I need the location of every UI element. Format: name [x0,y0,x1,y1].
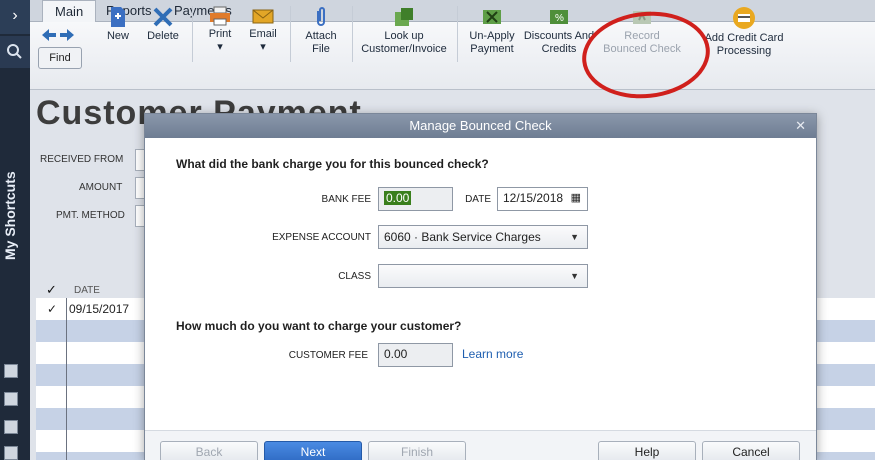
amount-label: AMOUNT [79,182,123,193]
date-input[interactable]: 12/15/2018 ▦ [497,187,588,211]
expense-account-dropdown[interactable]: 6060 · Bank Service Charges ▼ [378,225,588,249]
find-button[interactable]: Find [38,47,82,69]
customer-charge-question: How much do you want to charge your cust… [176,319,462,333]
arrow-left-icon[interactable] [42,29,56,41]
add-credit-card-processing-button[interactable]: Add Credit Card Processing [696,6,792,58]
shortcut-icon[interactable] [4,420,18,434]
close-icon[interactable]: ✕ [795,114,806,138]
class-dropdown[interactable]: ▼ [378,264,588,288]
dialog-title: Manage Bounced Check [409,118,552,133]
toolbar-separator [192,6,193,62]
chevron-down-icon: ▼ [570,232,579,242]
date-label: DATE [465,194,491,205]
expense-account-label: EXPENSE ACCOUNT [272,232,371,243]
checkmark-icon[interactable]: ✓ [46,282,57,298]
printer-icon [210,6,230,26]
class-label: CLASS [338,271,371,282]
bank-fee-label: BANK FEE [321,194,371,205]
search-button[interactable] [0,36,30,68]
toolbar-separator [457,6,458,62]
cancel-button[interactable]: Cancel [702,441,800,460]
prev-next-arrows[interactable] [42,28,74,44]
svg-text:%: % [555,13,564,24]
arrow-right-icon[interactable] [59,29,74,41]
shortcut-icon[interactable] [4,446,18,460]
unapply-payment-button[interactable]: Un-Apply Payment [462,6,522,56]
learn-more-link[interactable]: Learn more [462,347,523,361]
pmt-method-label: PMT. METHOD [56,210,125,221]
dialog-footer: Back Next Finish Help Cancel [145,430,816,460]
back-button[interactable]: Back [160,441,258,460]
discount-icon: % [550,10,568,24]
toolbar-separator [290,6,291,62]
tab-main[interactable]: Main [42,0,97,23]
email-button[interactable]: Email ▾ [246,6,280,54]
credit-card-icon [733,7,755,29]
email-dropdown-caret[interactable]: ▾ [260,41,266,53]
attach-file-button[interactable]: Attach File [298,6,344,56]
print-button[interactable]: Print ▾ [203,6,237,54]
shortcuts-rail: › My Shortcuts [0,0,30,460]
toolbar-separator [352,6,353,62]
manage-bounced-check-dialog: Manage Bounced Check ✕ What did the bank… [144,113,817,460]
bank-charge-question: What did the bank charge you for this bo… [176,157,489,171]
print-dropdown-caret[interactable]: ▾ [217,41,223,53]
delete-x-icon [153,7,173,27]
grid-header: ✓ DATE [36,282,146,298]
shortcut-icon[interactable] [4,364,18,378]
lookup-customer-invoice-button[interactable]: Look up Customer/Invoice [356,6,452,56]
date-column-header[interactable]: DATE [74,285,100,296]
customer-fee-input[interactable]: 0.00 [378,343,453,367]
next-button[interactable]: Next [264,441,362,460]
delete-button[interactable]: Delete [143,6,183,43]
received-from-label: RECEIVED FROM [40,154,124,165]
help-button[interactable]: Help [598,441,696,460]
lookup-icon [395,8,413,26]
row-checkmark-icon: ✓ [47,302,58,316]
expand-rail-button[interactable]: › [0,0,30,34]
shortcut-icon[interactable] [4,392,18,406]
bank-fee-input[interactable]: 0.00 [378,187,453,211]
customer-fee-label: CUSTOMER FEE [288,350,368,361]
chevron-down-icon: ▼ [570,271,579,281]
unapply-payment-icon [483,10,501,24]
paperclip-icon [317,7,325,26]
new-document-icon [111,7,125,27]
calendar-icon[interactable]: ▦ [571,191,581,204]
envelope-icon [252,9,274,24]
my-shortcuts-label[interactable]: My Shortcuts [2,150,18,260]
row-date: 09/15/2017 [69,302,130,316]
new-button[interactable]: New [102,6,134,43]
dialog-titlebar[interactable]: Manage Bounced Check ✕ [145,114,816,138]
finish-button[interactable]: Finish [368,441,466,460]
search-icon [7,44,22,59]
grid-divider [66,298,67,460]
